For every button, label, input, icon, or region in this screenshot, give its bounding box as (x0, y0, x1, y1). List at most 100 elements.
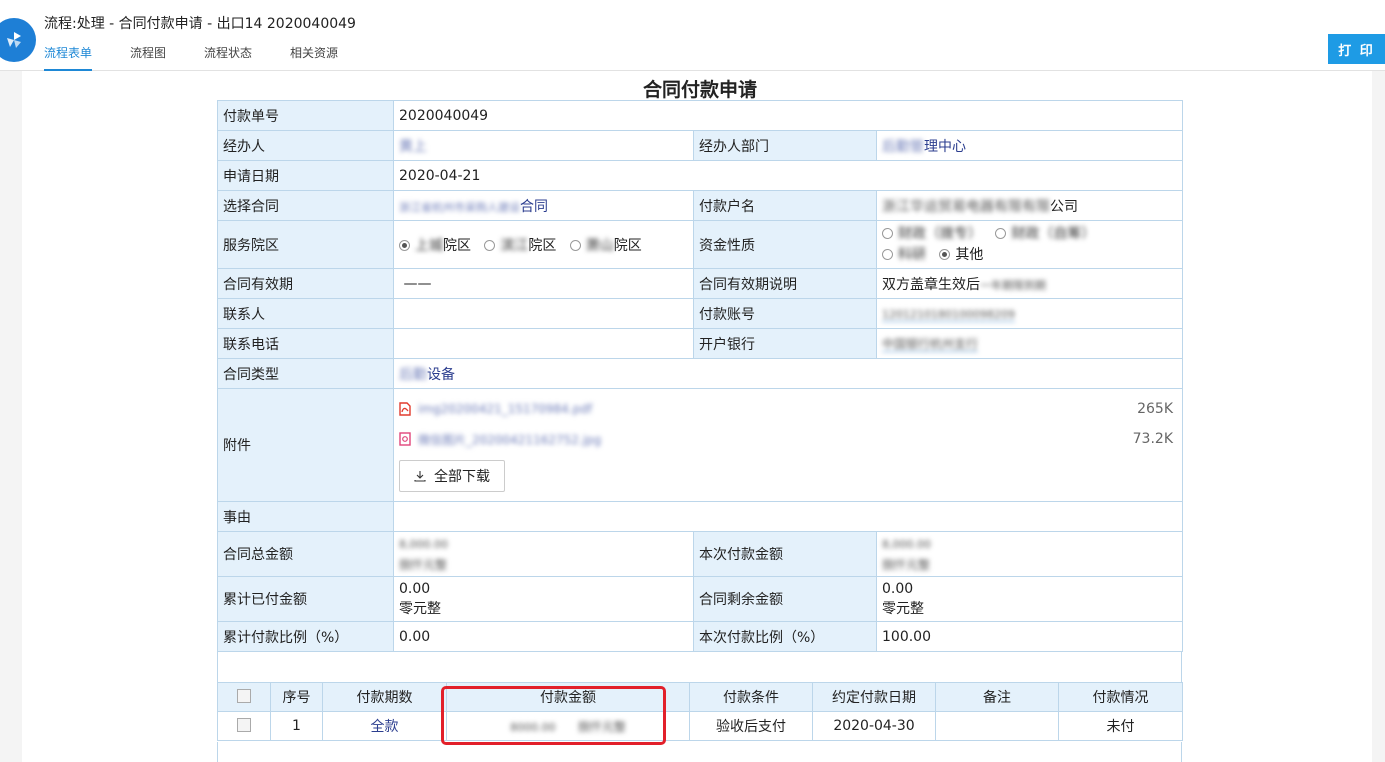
contact-value (393, 298, 694, 329)
tab-related-resources[interactable]: 相关资源 (290, 44, 338, 71)
payment-form-table: 付款单号 2020040049 经办人 黄上 经办人部门 后勤管理中心 申请日期… (217, 100, 1183, 652)
this-ratio-value: 100.00 (876, 621, 1183, 652)
form-title: 合同付款申请 (642, 79, 757, 101)
radio-icon (882, 227, 893, 239)
image-file-icon (399, 432, 411, 446)
col-header: 备注 (935, 682, 1059, 712)
campus-option-1[interactable]: 上城院区 (399, 238, 471, 254)
row-date: 2020-04-30 (812, 711, 936, 741)
tab-process-chart[interactable]: 流程图 (130, 44, 166, 71)
validity-label: 合同有效期 (217, 268, 394, 299)
account-label: 付款账号 (693, 298, 877, 329)
pay-no-value: 2020040049 (393, 100, 1183, 131)
print-button[interactable]: 打 印 (1328, 34, 1385, 64)
download-all-label: 全部下载 (434, 469, 490, 485)
campus-option-3[interactable]: 萧山院区 (569, 238, 642, 254)
radio-icon (939, 248, 951, 260)
attachment-name[interactable]: img20200421_15170984.pdf (418, 402, 592, 416)
tab-process-status[interactable]: 流程状态 (204, 44, 252, 71)
ratio-label: 累计付款比例（%） (217, 621, 394, 652)
remain-label: 合同剩余金额 (693, 576, 877, 622)
row-period-link[interactable]: 全款 (322, 711, 447, 741)
handler-label: 经办人 (217, 130, 394, 161)
radio-icon (569, 239, 581, 251)
campus-label: 服务院区 (217, 220, 394, 269)
checkbox-icon (237, 717, 251, 732)
download-all-button[interactable]: 全部下载 (399, 460, 505, 492)
attachment-name[interactable]: 微信图片_20200421162752.jpg (418, 431, 601, 448)
contract-link[interactable]: 浙江省杭州市采购人建设合同 (393, 190, 694, 221)
pdf-file-icon (399, 402, 411, 416)
validity-value: —— (393, 268, 694, 299)
col-header: 付款条件 (689, 682, 813, 712)
remain-value: 0.00 零元整 (876, 576, 1183, 622)
table-row: 1 全款 8000.00 捌仟元整 验收后支付 2020-04-30 未付 (217, 711, 1183, 741)
window-title: 流程:处理 - 合同付款申请 - 出口14 2020040049 (44, 16, 356, 32)
tab-bar: 流程表单 流程图 流程状态 相关资源 (44, 44, 376, 71)
paid-label: 累计已付金额 (217, 576, 394, 622)
this-amount-label: 本次付款金额 (693, 531, 877, 577)
account-value: 1201210180100098209 (876, 298, 1183, 329)
pay-no-label: 付款单号 (217, 100, 394, 131)
fund-label: 资金性质 (693, 220, 877, 269)
payee-label: 付款户名 (693, 190, 877, 221)
total-value: 8,000.00 捌仟元整 (393, 531, 694, 577)
row-no: 1 (270, 711, 323, 741)
tab-process-form[interactable]: 流程表单 (44, 44, 93, 71)
fund-option-other[interactable]: 其他 (939, 247, 983, 263)
reason-label: 事由 (217, 501, 394, 532)
fund-option-2[interactable]: 财政（自筹） (995, 226, 1095, 242)
validity-note-value: 双方盖章生效后一年期限到期 (876, 268, 1183, 299)
validity-note-label: 合同有效期说明 (693, 268, 877, 299)
row-checkbox[interactable] (217, 711, 271, 741)
fund-option-1[interactable]: 财政（拨专） (882, 226, 982, 242)
contract-label: 选择合同 (217, 190, 394, 221)
row-condition: 验收后支付 (689, 711, 813, 741)
this-ratio-label: 本次付款比例（%） (693, 621, 877, 652)
total-label: 合同总金额 (217, 531, 394, 577)
highlight-box (441, 686, 666, 745)
col-header: 付款情况 (1058, 682, 1183, 712)
app-logo-icon (0, 18, 36, 62)
dept-value: 后勤管理中心 (876, 130, 1183, 161)
select-all-checkbox[interactable] (217, 682, 271, 712)
dept-label: 经办人部门 (693, 130, 877, 161)
phone-value (393, 328, 694, 359)
date-label: 申请日期 (217, 160, 394, 191)
attachment-item[interactable]: 微信图片_20200421162752.jpg 73.2K (399, 424, 1177, 454)
col-header: 序号 (270, 682, 323, 712)
this-amount-value: 8,000.00 捌仟元整 (876, 531, 1183, 577)
spacer-row (217, 651, 1182, 682)
row-note (935, 711, 1059, 741)
attachment-item[interactable]: img20200421_15170984.pdf 265K (399, 394, 1177, 424)
bank-value: 中国银行杭州支行 (876, 328, 1183, 359)
type-label: 合同类型 (217, 358, 394, 389)
reason-value (393, 501, 1183, 532)
radio-icon (484, 239, 496, 251)
radio-icon (995, 227, 1007, 239)
payment-schedule-table: 序号 付款期数 付款金额 付款条件 约定付款日期 备注 付款情况 1 全款 80… (217, 682, 1183, 741)
form-sheet: 合同付款申请 付款单号 2020040049 经办人 黄上 经办人部门 后勤管理… (22, 71, 1372, 762)
download-icon (414, 471, 426, 482)
radio-icon (882, 248, 893, 260)
attach-label: 附件 (217, 388, 394, 502)
row-status: 未付 (1058, 711, 1183, 741)
fund-radio-group: 财政（拨专） 财政（自筹） 科研 其他 (876, 220, 1183, 269)
col-header: 约定付款日期 (812, 682, 936, 712)
campus-option-2[interactable]: 滨江院区 (484, 238, 556, 254)
contact-label: 联系人 (217, 298, 394, 329)
handler-value: 黄上 (393, 130, 694, 161)
campus-radio-group: 上城院区 滨江院区 萧山院区 (393, 220, 694, 269)
table-bottom-edge (217, 742, 1182, 762)
type-value: 后勤设备 (393, 358, 1183, 389)
payee-value: 浙江华运贸易电器有限有限公司 (876, 190, 1183, 221)
top-bar: 流程:处理 - 合同付款申请 - 出口14 2020040049 流程表单 流程… (0, 0, 1385, 71)
fund-option-3[interactable]: 科研 (882, 247, 926, 263)
attachment-size: 73.2K (1132, 431, 1173, 447)
checkbox-icon (237, 688, 251, 703)
bank-label: 开户银行 (693, 328, 877, 359)
date-value: 2020-04-21 (393, 160, 1183, 191)
paid-value: 0.00 零元整 (393, 576, 694, 622)
col-header: 付款期数 (322, 682, 447, 712)
attachment-size: 265K (1137, 401, 1173, 417)
